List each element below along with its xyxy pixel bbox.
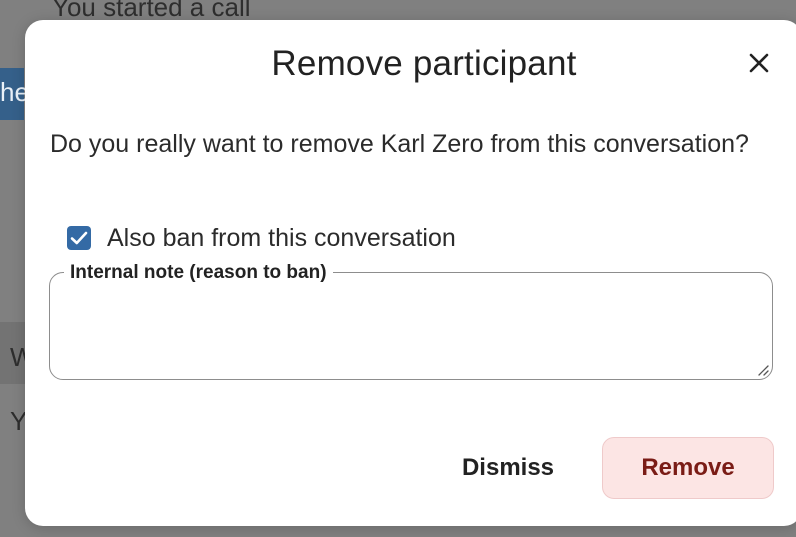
internal-note-input[interactable] — [66, 295, 750, 369]
ban-checkbox-row[interactable]: Also ban from this conversation — [67, 222, 456, 254]
internal-note-field: Internal note (reason to ban) — [49, 262, 773, 380]
dialog-title: Remove participant — [271, 44, 577, 83]
ban-checkbox-label: Also ban from this conversation — [107, 223, 456, 252]
dismiss-button[interactable]: Dismiss — [440, 438, 576, 498]
checkmark-icon — [70, 231, 88, 245]
ban-checkbox[interactable] — [67, 226, 91, 250]
remove-button[interactable]: Remove — [602, 437, 774, 499]
background-highlight: he — [0, 68, 29, 120]
dialog-message: Do you really want to remove Karl Zero f… — [50, 130, 749, 158]
internal-note-label: Internal note (reason to ban) — [64, 262, 333, 284]
close-icon — [749, 53, 769, 73]
resize-handle-icon[interactable] — [756, 363, 770, 377]
remove-participant-dialog: Remove participant Do you really want to… — [25, 20, 796, 526]
close-button[interactable] — [737, 43, 781, 83]
